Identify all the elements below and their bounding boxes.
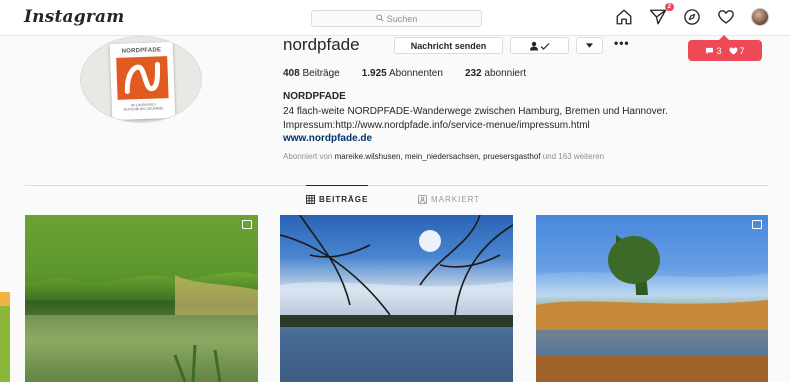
nav-icons: 2 — [614, 3, 770, 27]
suggestions-caret-button[interactable] — [576, 37, 603, 54]
multiple-images-icon — [242, 220, 252, 229]
nordpfade-logo-icon — [116, 56, 169, 100]
search-box[interactable]: Suchen — [311, 10, 482, 27]
tab-tagged[interactable]: MARKIERT — [418, 186, 480, 213]
bio-line-1: 24 flach-weite NORDPFADE-Wanderwege zwis… — [283, 106, 668, 117]
profile-website-link[interactable]: www.nordpfade.de — [283, 133, 372, 144]
profile-bio: 24 flach-weite NORDPFADE-Wanderwege zwis… — [283, 105, 773, 133]
comment-count: 3 — [705, 46, 722, 56]
search-icon — [376, 13, 384, 24]
bio-line-2: Impressum:http://www.nordpfade.info/serv… — [283, 120, 590, 131]
direct-badge: 2 — [664, 3, 674, 11]
like-count: 7 — [729, 46, 745, 56]
profile-avatar-icon[interactable] — [750, 7, 770, 27]
person-check-icon — [529, 41, 549, 50]
heart-icon[interactable] — [716, 7, 736, 27]
post-lake-forest[interactable] — [25, 215, 258, 382]
nordpfade-logo-card: NORDPFADE IM LANDKREIS ROTENBURG (WÜMME) — [109, 41, 176, 121]
tab-posts[interactable]: BEITRÄGE — [306, 185, 369, 212]
send-message-button[interactable]: Nachricht senden — [394, 37, 503, 54]
stat-posts: 408 Beiträge — [283, 68, 340, 79]
stat-following[interactable]: 232 abonniert — [465, 68, 526, 79]
grid-icon — [306, 194, 315, 204]
profile-full-name: NORDPFADE — [283, 91, 346, 102]
profile-picture[interactable]: NORDPFADE IM LANDKREIS ROTENBURG (WÜMME) — [80, 36, 202, 123]
caret-down-icon — [586, 43, 593, 48]
avatar — [751, 8, 769, 26]
stat-followers[interactable]: 1.925 Abonnenten — [362, 68, 443, 79]
following-button[interactable] — [510, 37, 569, 54]
tabs-divider — [25, 185, 768, 186]
more-options-icon[interactable]: ••• — [614, 36, 630, 50]
followed-by-text[interactable]: Abonniert von mareike.wilshusen, mein_ni… — [283, 152, 604, 161]
post-heath-pond[interactable] — [536, 215, 768, 382]
multiple-images-icon — [752, 220, 762, 229]
direct-icon[interactable]: 2 — [648, 3, 674, 27]
activity-notification-popup[interactable]: 3 7 — [688, 35, 762, 61]
heart-filled-icon — [729, 47, 737, 55]
instagram-logo[interactable]: Instagram — [24, 7, 124, 27]
profile-username: nordpfade — [283, 35, 360, 54]
instagram-profile-page: Instagram Suchen 2 3 7 NORDPFADE IM LAND… — [0, 0, 790, 382]
profile-stats: 408 Beiträge 1.925 Abonnenten 232 abonni… — [283, 68, 548, 79]
post-sun-branches[interactable] — [280, 215, 513, 382]
card-subtitle: IM LANDKREIS ROTENBURG (WÜMME) — [123, 102, 164, 112]
tagged-icon — [418, 195, 427, 204]
comment-icon — [706, 47, 714, 54]
search-placeholder: Suchen — [386, 13, 418, 24]
top-navigation-bar: Instagram Suchen 2 — [0, 0, 790, 36]
left-edge-strip-accent — [0, 292, 10, 306]
followed-by-names: mareike.wilshusen, mein_niedersachsen, p… — [334, 152, 541, 161]
explore-icon[interactable] — [682, 7, 702, 27]
home-icon[interactable] — [614, 7, 634, 27]
